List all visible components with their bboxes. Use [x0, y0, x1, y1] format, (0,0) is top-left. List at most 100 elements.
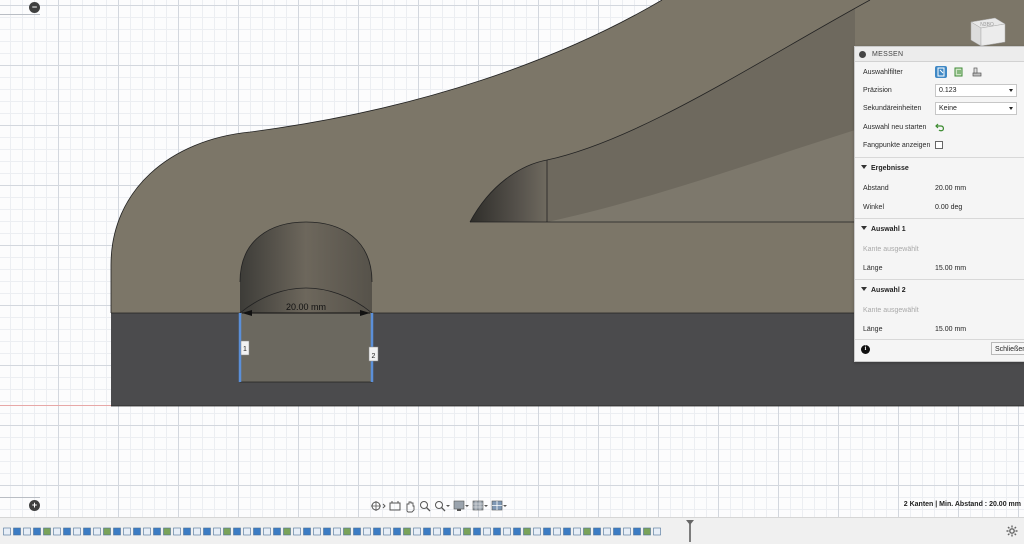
- comments-collapse-button[interactable]: +: [29, 500, 40, 511]
- timeline-feature-sketch-icon[interactable]: [73, 527, 81, 537]
- timeline-feature-extrude-icon[interactable]: [233, 527, 241, 537]
- timeline-feature-sketch-icon[interactable]: [93, 527, 101, 537]
- timeline-feature-extrude-icon[interactable]: [423, 527, 431, 537]
- timeline-feature-sketch-icon[interactable]: [483, 527, 491, 537]
- timeline-feature-fillet-icon[interactable]: [223, 527, 231, 537]
- grid-snap-icon[interactable]: [472, 499, 488, 513]
- timeline-feature-sketch-icon[interactable]: [433, 527, 441, 537]
- panel-title: MESSEN: [872, 50, 904, 58]
- zoom-icon[interactable]: [419, 499, 431, 513]
- timeline-feature-sketch-icon[interactable]: [533, 527, 541, 537]
- timeline-feature-extrude-icon[interactable]: [153, 527, 161, 537]
- pan-hand-icon[interactable]: [404, 499, 416, 513]
- display-settings-icon[interactable]: [453, 499, 469, 513]
- timeline-feature-sketch-icon[interactable]: [313, 527, 321, 537]
- viewports-icon[interactable]: [491, 499, 507, 513]
- timeline-feature-extrude-icon[interactable]: [393, 527, 401, 537]
- timeline-marker[interactable]: [686, 520, 694, 542]
- timeline-feature-sketch-icon[interactable]: [383, 527, 391, 537]
- precision-select[interactable]: 0.123: [935, 83, 1017, 97]
- timeline-feature-sketch-icon[interactable]: [173, 527, 181, 537]
- timeline-feature-sketch-icon[interactable]: [503, 527, 511, 537]
- timeline-feature-sketch-icon[interactable]: [653, 527, 661, 537]
- timeline-feature-sketch-icon[interactable]: [143, 527, 151, 537]
- timeline-feature-extrude-icon[interactable]: [473, 527, 481, 537]
- timeline-feature-extrude-icon[interactable]: [133, 527, 141, 537]
- timeline-feature-extrude-icon[interactable]: [443, 527, 451, 537]
- collapse-triangle-icon[interactable]: [861, 165, 867, 169]
- look-at-icon[interactable]: [389, 499, 401, 513]
- timeline-feature-sketch-icon[interactable]: [363, 527, 371, 537]
- fit-zoom-icon[interactable]: [434, 499, 450, 513]
- timeline-feature-sketch-icon[interactable]: [553, 527, 561, 537]
- timeline-feature-sketch-icon[interactable]: [3, 527, 11, 537]
- timeline-feature-extrude-icon[interactable]: [33, 527, 41, 537]
- restart-selection-icon[interactable]: [935, 122, 945, 132]
- selection2-hint: Kante ausgewählt: [863, 306, 919, 314]
- timeline-feature-extrude-icon[interactable]: [563, 527, 571, 537]
- timeline-feature-extrude-icon[interactable]: [83, 527, 91, 537]
- edge-tag-2: 2: [372, 353, 376, 360]
- timeline-feature-extrude-icon[interactable]: [373, 527, 381, 537]
- timeline-feature-fillet-icon[interactable]: [343, 527, 351, 537]
- measure-panel[interactable]: MESSEN Auswahlfilter Präzision 0.123 Sek…: [854, 46, 1024, 362]
- info-icon[interactable]: i: [861, 345, 870, 354]
- timeline-feature-extrude-icon[interactable]: [183, 527, 191, 537]
- timeline-feature-fillet-icon[interactable]: [643, 527, 651, 537]
- timeline-bar[interactable]: [0, 517, 1024, 544]
- timeline-feature-sketch-icon[interactable]: [213, 527, 221, 537]
- viewcube[interactable]: N3BO: [965, 14, 1009, 48]
- timeline-feature-fillet-icon[interactable]: [103, 527, 111, 537]
- face-filter-icon[interactable]: [935, 66, 947, 78]
- timeline-feature-extrude-icon[interactable]: [203, 527, 211, 537]
- timeline-feature-fillet-icon[interactable]: [463, 527, 471, 537]
- timeline-feature-extrude-icon[interactable]: [253, 527, 261, 537]
- timeline-feature-sketch-icon[interactable]: [573, 527, 581, 537]
- timeline-feature-fillet-icon[interactable]: [583, 527, 591, 537]
- timeline-feature-sketch-icon[interactable]: [333, 527, 341, 537]
- timeline-feature-sketch-icon[interactable]: [53, 527, 61, 537]
- timeline-feature-sketch-icon[interactable]: [263, 527, 271, 537]
- timeline-feature-sketch-icon[interactable]: [603, 527, 611, 537]
- timeline-feature-sketch-icon[interactable]: [623, 527, 631, 537]
- timeline-feature-fillet-icon[interactable]: [523, 527, 531, 537]
- timeline-feature-sketch-icon[interactable]: [413, 527, 421, 537]
- selection1-header[interactable]: Auswahl 1: [871, 226, 906, 233]
- timeline-feature-extrude-icon[interactable]: [353, 527, 361, 537]
- selection2-header[interactable]: Auswahl 2: [871, 287, 906, 294]
- timeline-feature-extrude-icon[interactable]: [543, 527, 551, 537]
- timeline-feature-sketch-icon[interactable]: [123, 527, 131, 537]
- body-filter-icon[interactable]: [971, 66, 983, 78]
- timeline-feature-extrude-icon[interactable]: [633, 527, 641, 537]
- panel-collapse-icon[interactable]: [859, 50, 866, 58]
- timeline-feature-extrude-icon[interactable]: [113, 527, 121, 537]
- timeline-feature-sketch-icon[interactable]: [453, 527, 461, 537]
- timeline-feature-extrude-icon[interactable]: [13, 527, 21, 537]
- timeline-feature-extrude-icon[interactable]: [593, 527, 601, 537]
- collapse-triangle-icon[interactable]: [861, 226, 867, 230]
- collapse-triangle-icon[interactable]: [861, 287, 867, 291]
- snap-points-checkbox[interactable]: [935, 141, 943, 149]
- timeline-feature-extrude-icon[interactable]: [303, 527, 311, 537]
- timeline-feature-extrude-icon[interactable]: [493, 527, 501, 537]
- orbit-icon[interactable]: [370, 499, 386, 513]
- gear-icon[interactable]: [1006, 525, 1018, 537]
- timeline-feature-extrude-icon[interactable]: [63, 527, 71, 537]
- secondary-units-select[interactable]: Keine: [935, 101, 1017, 115]
- timeline-feature-sketch-icon[interactable]: [23, 527, 31, 537]
- close-button[interactable]: Schließen: [991, 342, 1024, 355]
- timeline-feature-sketch-icon[interactable]: [193, 527, 201, 537]
- timeline-feature-sketch-icon[interactable]: [243, 527, 251, 537]
- timeline-feature-extrude-icon[interactable]: [323, 527, 331, 537]
- timeline-feature-sketch-icon[interactable]: [293, 527, 301, 537]
- timeline-feature-fillet-icon[interactable]: [403, 527, 411, 537]
- browser-collapse-button[interactable]: −: [29, 2, 40, 13]
- timeline-feature-fillet-icon[interactable]: [43, 527, 51, 537]
- timeline-feature-extrude-icon[interactable]: [273, 527, 281, 537]
- timeline-feature-extrude-icon[interactable]: [513, 527, 521, 537]
- timeline-feature-fillet-icon[interactable]: [163, 527, 171, 537]
- results-header[interactable]: Ergebnisse: [871, 165, 909, 172]
- timeline-feature-fillet-icon[interactable]: [283, 527, 291, 537]
- timeline-feature-extrude-icon[interactable]: [613, 527, 621, 537]
- edge-filter-icon[interactable]: [953, 66, 965, 78]
